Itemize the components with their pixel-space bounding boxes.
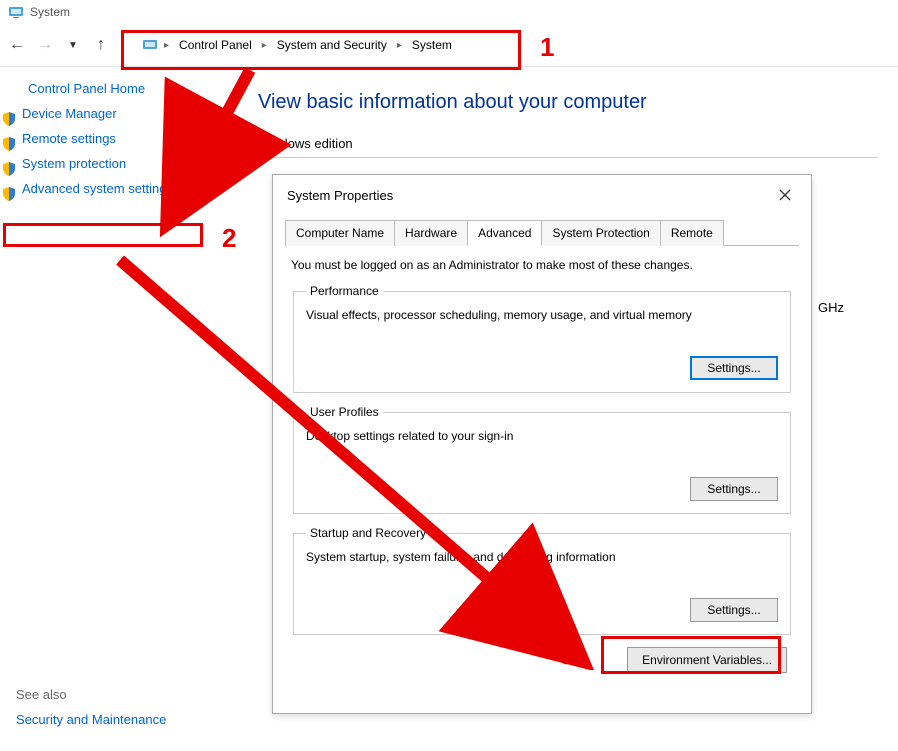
- group-desc: Desktop settings related to your sign-in: [306, 429, 778, 443]
- breadcrumb-item[interactable]: System and Security: [273, 36, 391, 54]
- sidebar-link-system-protection[interactable]: System protection: [22, 156, 126, 171]
- page-title: View basic information about your comput…: [258, 91, 878, 114]
- nav-bar: ← → ▼ ↑ ▸ Control Panel ▸ System and Sec…: [0, 24, 898, 66]
- tab-advanced[interactable]: Advanced: [467, 220, 542, 246]
- performance-settings-button[interactable]: Settings...: [690, 356, 778, 380]
- close-button[interactable]: [771, 185, 799, 205]
- shield-icon: [2, 112, 16, 126]
- spec-fragment: GHz: [818, 300, 844, 315]
- nav-forward-button[interactable]: →: [34, 34, 56, 56]
- group-performance: Performance Visual effects, processor sc…: [293, 284, 791, 393]
- dialog-title: System Properties: [287, 188, 393, 203]
- chevron-right-icon: ▸: [395, 40, 404, 51]
- sidebar-link-device-manager[interactable]: Device Manager: [22, 106, 117, 121]
- breadcrumb-item[interactable]: System: [408, 36, 456, 54]
- system-icon: [8, 4, 24, 20]
- shield-icon: [2, 162, 16, 176]
- nav-up-button[interactable]: ↑: [90, 34, 112, 56]
- window-title: System: [30, 5, 70, 19]
- environment-variables-button[interactable]: Environment Variables...: [627, 647, 787, 673]
- nav-back-button[interactable]: ←: [6, 34, 28, 56]
- breadcrumb-item[interactable]: Control Panel: [175, 36, 256, 54]
- admin-note-text: You must be logged on as an Administrato…: [291, 258, 793, 272]
- startup-recovery-settings-button[interactable]: Settings...: [690, 598, 778, 622]
- window-titlebar: System: [0, 0, 898, 24]
- see-also-label: See also: [16, 687, 216, 702]
- tab-remote[interactable]: Remote: [660, 220, 724, 246]
- chevron-right-icon: ▸: [260, 40, 269, 51]
- user-profiles-settings-button[interactable]: Settings...: [690, 477, 778, 501]
- shield-icon: [2, 137, 16, 151]
- chevron-right-icon: ▸: [162, 40, 171, 51]
- section-windows-edition: Windows edition: [258, 136, 878, 151]
- group-desc: Visual effects, processor scheduling, me…: [306, 308, 778, 322]
- breadcrumb[interactable]: ▸ Control Panel ▸ System and Security ▸ …: [134, 32, 464, 58]
- divider: [258, 157, 878, 158]
- dialog-body: You must be logged on as an Administrato…: [273, 246, 811, 713]
- group-legend: Startup and Recovery: [306, 526, 430, 540]
- group-desc: System startup, system failure, and debu…: [306, 550, 778, 564]
- sidebar-link-home[interactable]: Control Panel Home: [28, 81, 226, 96]
- group-startup-recovery: Startup and Recovery System startup, sys…: [293, 526, 791, 635]
- breadcrumb-icon: [142, 37, 158, 53]
- shield-icon: [2, 187, 16, 201]
- sidebar-link-advanced-system-settings[interactable]: Advanced system settings: [22, 181, 173, 196]
- group-legend: User Profiles: [306, 405, 383, 419]
- group-legend: Performance: [306, 284, 383, 298]
- tab-computer-name[interactable]: Computer Name: [285, 220, 395, 246]
- sidebar: Control Panel Home Device Manager Remote…: [0, 67, 240, 751]
- tab-hardware[interactable]: Hardware: [394, 220, 468, 246]
- tab-strip: Computer Name Hardware Advanced System P…: [285, 219, 799, 246]
- sidebar-link-remote-settings[interactable]: Remote settings: [22, 131, 116, 146]
- tab-system-protection[interactable]: System Protection: [541, 220, 660, 246]
- system-properties-dialog: System Properties Computer Name Hardware…: [272, 174, 812, 714]
- nav-recent-dropdown[interactable]: ▼: [62, 34, 84, 56]
- group-user-profiles: User Profiles Desktop settings related t…: [293, 405, 791, 514]
